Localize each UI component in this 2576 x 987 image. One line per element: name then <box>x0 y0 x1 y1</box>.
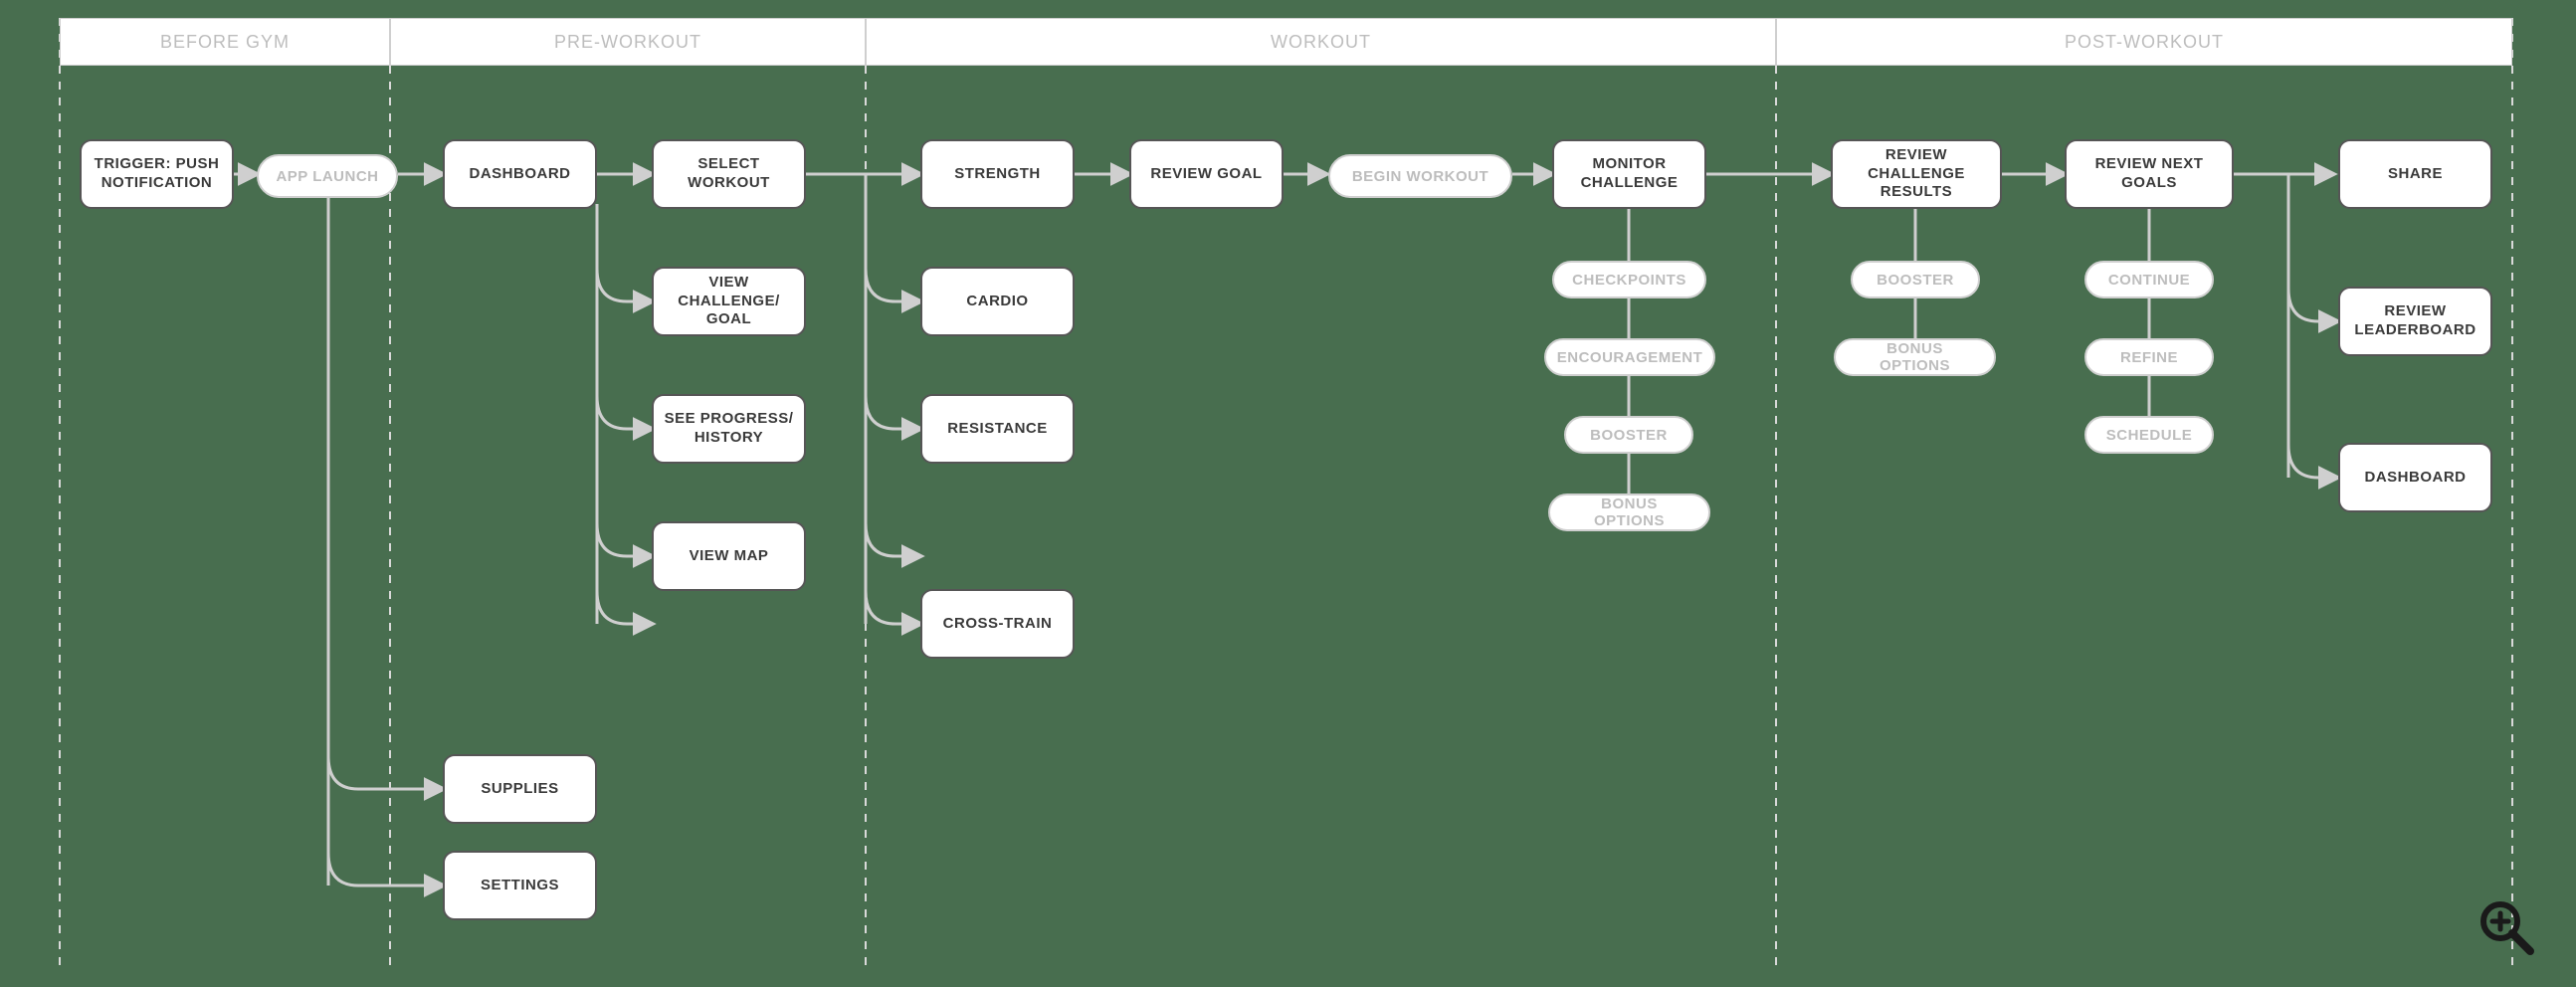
pill-label: CHECKPOINTS <box>1572 272 1686 289</box>
phase-before-gym: BEFORE GYM <box>60 18 390 66</box>
node-monitor-challenge: MONITOR CHALLENGE <box>1552 139 1706 209</box>
pill-label: SCHEDULE <box>2106 427 2193 444</box>
pill-checkpoints: CHECKPOINTS <box>1552 261 1706 298</box>
pill-refine: REFINE <box>2084 338 2214 376</box>
node-supplies: SUPPLIES <box>443 754 597 824</box>
node-label: RESISTANCE <box>947 420 1048 439</box>
pill-begin-workout: BEGIN WORKOUT <box>1328 154 1512 198</box>
pill-bonus-options2: BONUS OPTIONS <box>1834 338 1996 376</box>
node-label: VIEW CHALLENGE/GOAL <box>664 274 794 329</box>
phase-label: PRE-WORKOUT <box>554 32 701 53</box>
pill-label: REFINE <box>2120 349 2178 366</box>
node-label: CROSS-TRAIN <box>943 615 1053 634</box>
pill-label: BONUS OPTIONS <box>1850 340 1980 374</box>
phase-pre-workout: PRE-WORKOUT <box>390 18 866 66</box>
node-label: SETTINGS <box>481 877 559 895</box>
node-review-leaderboard: REVIEW LEADERBOARD <box>2338 287 2492 356</box>
pill-schedule: SCHEDULE <box>2084 416 2214 454</box>
node-label: SEE PROGRESS/HISTORY <box>665 410 794 448</box>
pill-label: BEGIN WORKOUT <box>1352 168 1488 185</box>
node-dashboard2: DASHBOARD <box>2338 443 2492 512</box>
node-dashboard: DASHBOARD <box>443 139 597 209</box>
flowchart-stage: BEFORE GYM PRE-WORKOUT WORKOUT POST-WORK… <box>0 0 2576 987</box>
node-label: CARDIO <box>966 293 1028 311</box>
phase-post-workout: POST-WORKOUT <box>1776 18 2512 66</box>
node-review-next-goals: REVIEW NEXT GOALS <box>2065 139 2234 209</box>
node-label: STRENGTH <box>954 165 1041 184</box>
node-label: SHARE <box>2388 165 2443 184</box>
node-label: SELECT WORKOUT <box>664 155 794 193</box>
pill-label: BONUS OPTIONS <box>1564 495 1694 529</box>
node-cardio: CARDIO <box>920 267 1075 336</box>
node-select-workout: SELECT WORKOUT <box>652 139 806 209</box>
pill-bonus-options: BONUS OPTIONS <box>1548 494 1710 531</box>
pill-app-launch: APP LAUNCH <box>257 154 398 198</box>
pill-booster: BOOSTER <box>1564 416 1693 454</box>
node-strength: STRENGTH <box>920 139 1075 209</box>
phase-label: POST-WORKOUT <box>2065 32 2224 53</box>
node-review-goal: REVIEW GOAL <box>1129 139 1284 209</box>
node-label: VIEW MAP <box>690 547 769 566</box>
node-cross-train: CROSS-TRAIN <box>920 589 1075 659</box>
node-label: REVIEW LEADERBOARD <box>2350 302 2480 340</box>
node-view-map: VIEW MAP <box>652 521 806 591</box>
pill-label: BOOSTER <box>1877 272 1954 289</box>
node-label: SUPPLIES <box>481 780 558 799</box>
pill-booster2: BOOSTER <box>1851 261 1980 298</box>
node-label: REVIEW CHALLENGE RESULTS <box>1843 146 1990 202</box>
pill-continue: CONTINUE <box>2084 261 2214 298</box>
node-label: MONITOR CHALLENGE <box>1564 155 1694 193</box>
phase-label: BEFORE GYM <box>160 32 290 53</box>
node-label: REVIEW GOAL <box>1150 165 1262 184</box>
node-label: DASHBOARD <box>470 165 571 184</box>
phase-workout: WORKOUT <box>866 18 1776 66</box>
node-resistance: RESISTANCE <box>920 394 1075 464</box>
zoom-in-icon[interactable] <box>2477 897 2536 957</box>
pill-encouragement: ENCOURAGEMENT <box>1544 338 1715 376</box>
node-trigger: TRIGGER: PUSH NOTIFICATION <box>80 139 234 209</box>
node-settings: SETTINGS <box>443 851 597 920</box>
pill-label: BOOSTER <box>1590 427 1668 444</box>
node-label: TRIGGER: PUSH NOTIFICATION <box>92 155 222 193</box>
node-label: REVIEW NEXT GOALS <box>2077 155 2222 193</box>
node-see-progress: SEE PROGRESS/HISTORY <box>652 394 806 464</box>
node-view-challenge: VIEW CHALLENGE/GOAL <box>652 267 806 336</box>
pill-label: ENCOURAGEMENT <box>1557 349 1703 366</box>
pill-label: APP LAUNCH <box>276 168 378 185</box>
pill-label: CONTINUE <box>2108 272 2190 289</box>
node-review-results: REVIEW CHALLENGE RESULTS <box>1831 139 2002 209</box>
node-label: DASHBOARD <box>2365 469 2467 488</box>
phase-label: WORKOUT <box>1271 32 1371 53</box>
node-share: SHARE <box>2338 139 2492 209</box>
